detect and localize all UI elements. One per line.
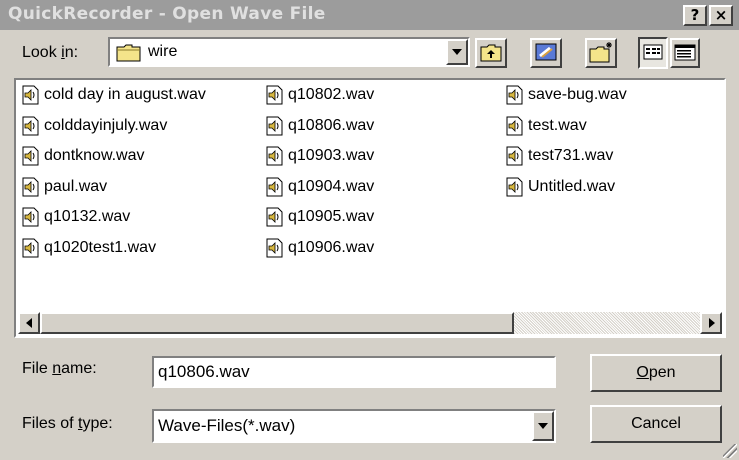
title-bar[interactable]: QuickRecorder - Open Wave File ? × <box>0 0 739 30</box>
file-item[interactable]: q10906.wav <box>266 235 374 261</box>
file-item-label: paul.wav <box>44 177 108 195</box>
file-name-input[interactable]: q10806.wav <box>152 356 556 388</box>
file-type-combo[interactable]: Wave-Files(*.wav) <box>152 409 556 443</box>
file-name-label: File name: <box>22 360 97 377</box>
file-item[interactable]: q10903.wav <box>266 143 374 169</box>
file-item[interactable]: q10132.wav <box>22 204 130 230</box>
scroll-left-button[interactable] <box>18 312 40 334</box>
file-item[interactable]: test731.wav <box>506 143 613 169</box>
resize-grip-icon[interactable] <box>723 444 737 458</box>
arrow-right-icon <box>709 318 715 328</box>
list-view-icon <box>643 44 663 60</box>
file-item[interactable]: Untitled.wav <box>506 174 615 200</box>
wave-file-icon <box>22 85 40 105</box>
chevron-down-icon <box>538 423 548 429</box>
file-item-label: q10802.wav <box>288 86 375 103</box>
file-item[interactable]: colddayinjuly.wav <box>22 113 167 139</box>
file-item-label: q1020test1.wav <box>44 238 157 256</box>
look-in-label: Look in: <box>22 44 79 61</box>
file-item-label: q10806.wav <box>288 116 375 134</box>
wave-file-icon <box>266 116 284 136</box>
file-item-label: cold day in august.wav <box>44 86 206 103</box>
look-in-dropdown-button[interactable] <box>446 39 468 65</box>
scroll-thumb[interactable] <box>40 312 514 334</box>
wave-file-icon <box>22 177 40 197</box>
up-one-level-button[interactable] <box>475 38 507 68</box>
file-item-label: q10903.wav <box>288 147 375 164</box>
file-item-label: q10905.wav <box>288 208 375 225</box>
wave-file-icon <box>266 238 284 258</box>
file-item-label: Untitled.wav <box>528 177 616 195</box>
file-list[interactable]: cold day in august.wav colddayinjuly.wav d… <box>14 78 726 338</box>
wave-file-icon <box>506 85 524 105</box>
wave-file-icon <box>22 116 40 136</box>
open-button[interactable]: Open <box>590 354 722 392</box>
details-view-button[interactable] <box>670 38 700 68</box>
wave-file-icon <box>266 146 284 166</box>
arrow-left-icon <box>26 318 32 328</box>
file-item[interactable]: q1020test1.wav <box>22 235 156 261</box>
wave-file-icon <box>22 146 40 166</box>
file-type-value: Wave-Files(*.wav) <box>158 416 296 435</box>
file-item-label: dontknow.wav <box>44 147 145 164</box>
file-type-dropdown-button[interactable] <box>532 411 554 441</box>
help-icon: ? <box>690 6 700 24</box>
horizontal-scrollbar[interactable] <box>18 312 722 334</box>
open-button-label: Open <box>636 364 676 381</box>
look-in-combo[interactable]: wire <box>108 37 470 67</box>
wave-file-icon <box>506 146 524 166</box>
cancel-button-label: Cancel <box>631 415 681 432</box>
wave-file-icon <box>506 177 524 197</box>
file-item-label: q10904.wav <box>288 177 375 195</box>
folder-icon <box>116 44 142 67</box>
file-item-label: q10906.wav <box>288 238 375 256</box>
file-item[interactable]: q10905.wav <box>266 204 374 230</box>
file-type-label: Files of type: <box>22 415 113 432</box>
file-item[interactable]: q10904.wav <box>266 174 374 200</box>
file-item-label: save-bug.wav <box>528 86 627 103</box>
wave-file-icon <box>22 207 40 227</box>
wave-file-icon <box>506 116 524 136</box>
wave-file-icon <box>266 207 284 227</box>
close-icon: × <box>714 6 728 24</box>
new-folder-button[interactable] <box>585 38 617 68</box>
list-view-button[interactable] <box>638 37 668 69</box>
new-folder-icon <box>589 42 612 63</box>
file-item-label: test.wav <box>528 116 587 134</box>
details-view-icon <box>674 44 696 61</box>
wave-file-icon <box>266 177 284 197</box>
file-item[interactable]: q10806.wav <box>266 113 374 139</box>
file-item-label: q10132.wav <box>44 208 131 225</box>
desktop-button[interactable] <box>530 38 562 68</box>
window-title: QuickRecorder - Open Wave File <box>8 4 326 24</box>
file-item[interactable]: cold day in august.wav <box>22 82 206 108</box>
wave-file-icon <box>266 85 284 105</box>
file-item-label: test731.wav <box>528 147 614 164</box>
file-item-label: colddayinjuly.wav <box>44 116 168 134</box>
file-item[interactable]: q10802.wav <box>266 82 374 108</box>
file-item[interactable]: dontknow.wav <box>22 143 145 169</box>
close-button[interactable]: × <box>709 5 733 26</box>
chevron-down-icon <box>452 49 462 55</box>
desktop-icon <box>535 43 557 61</box>
wave-file-icon <box>22 238 40 258</box>
look-in-value: wire <box>148 43 178 60</box>
scroll-right-button[interactable] <box>700 312 722 334</box>
file-item[interactable]: test.wav <box>506 113 587 139</box>
file-item[interactable]: paul.wav <box>22 174 107 200</box>
cancel-button[interactable]: Cancel <box>590 405 722 443</box>
open-file-dialog: QuickRecorder - Open Wave File ? × Look … <box>0 0 739 460</box>
file-item[interactable]: save-bug.wav <box>506 82 627 108</box>
up-one-level-icon <box>480 44 502 62</box>
help-button[interactable]: ? <box>683 5 707 26</box>
